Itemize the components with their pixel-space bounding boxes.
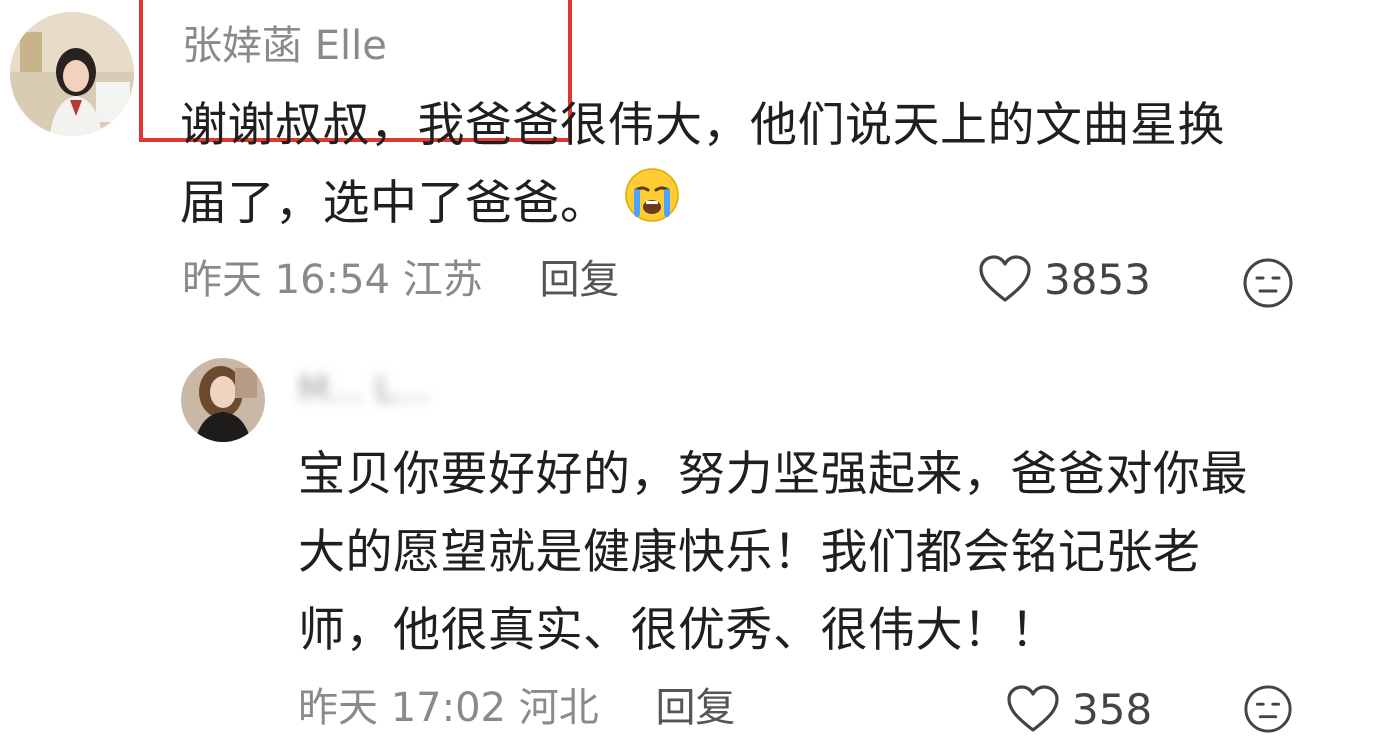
comment1-text-line1: 谢谢叔叔，我爸爸很伟大，他们说天上的文曲星换 <box>180 98 1225 153</box>
loudly-crying-face-icon <box>623 166 681 248</box>
reply1-like-button[interactable]: 358 <box>1006 684 1152 734</box>
comment1-text: 谢谢叔叔，我爸爸很伟大，他们说天上的文曲星换 届了，选中了爸爸。 <box>180 87 1320 248</box>
comment1-like-count: 3853 <box>1044 254 1151 304</box>
heart-outline-icon <box>1006 684 1060 734</box>
comment1-location: 江苏 <box>402 257 483 303</box>
avatar-reply1[interactable] <box>181 358 265 442</box>
reply1-time: 昨天 17:02 <box>298 685 506 731</box>
reply1-dislike-button[interactable] <box>1242 684 1294 736</box>
comment1-username[interactable]: 张婞菡 Elle <box>182 22 387 70</box>
reply1-text-line2: 大的愿望就是健康快乐！我们都会铭记张老 <box>298 525 1201 580</box>
comment1-like-button[interactable]: 3853 <box>978 254 1151 304</box>
heart-outline-icon <box>978 254 1032 304</box>
reply1-username[interactable]: M... L... <box>298 370 429 410</box>
reply1-text-line1: 宝贝你要好好的，努力坚强起来，爸爸对你最 <box>298 447 1248 502</box>
neutral-face-icon <box>1242 257 1294 309</box>
comment1-dislike-button[interactable] <box>1242 257 1294 309</box>
neutral-face-icon <box>1242 684 1294 734</box>
comment1-text-line2: 届了，选中了爸爸。 <box>180 165 1320 248</box>
comment1-reply-button[interactable]: 回复 <box>539 257 619 303</box>
avatar-comment1[interactable] <box>10 12 134 136</box>
reply1-text-line3: 师，他很真实、很优秀、很伟大！！ <box>298 603 1058 658</box>
reply1-reply-button[interactable]: 回复 <box>655 685 735 731</box>
reply1-like-count: 358 <box>1072 684 1153 734</box>
reply1-text: 宝贝你要好好的，努力坚强起来，爸爸对你最 大的愿望就是健康快乐！我们都会铭记张老… <box>298 436 1338 670</box>
comment1-time: 昨天 16:54 <box>182 257 390 303</box>
reply1-location: 河北 <box>518 685 599 731</box>
reply1-username-text: M... L... <box>298 369 430 410</box>
reply1-meta: 昨天 17:02 河北 回复 <box>298 684 735 732</box>
comment1-meta: 昨天 16:54 江苏 回复 <box>182 256 619 304</box>
